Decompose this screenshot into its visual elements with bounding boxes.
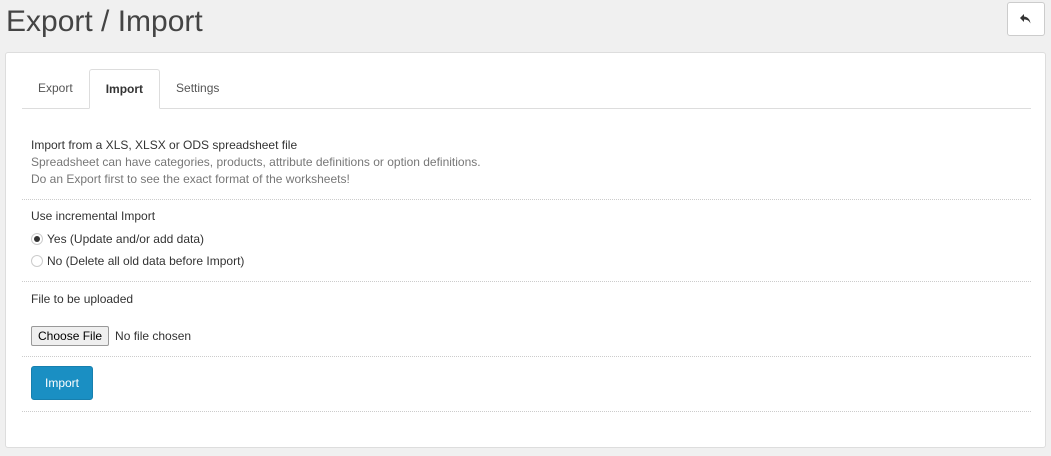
radio-yes[interactable]: [31, 233, 43, 245]
page-title: Export / Import: [6, 5, 203, 38]
radio-yes-label: Yes (Update and/or add data): [47, 232, 205, 246]
choose-file-button[interactable]: Choose File: [31, 326, 110, 346]
reply-arrow-icon: [1020, 14, 1031, 24]
intro-section: Import from a XLS, XLSX or ODS spreadshe…: [22, 137, 1031, 200]
radio-option-no[interactable]: No (Delete all old data before Import): [22, 250, 1031, 272]
upload-section: File to be uploaded Choose File No file …: [22, 291, 1031, 357]
radio-no-label: No (Delete all old data before Import): [47, 254, 245, 268]
tab-settings[interactable]: Settings: [160, 69, 235, 107]
radio-no[interactable]: [31, 255, 43, 267]
intro-line-2: Do an Export first to see the exact form…: [31, 172, 350, 186]
back-button[interactable]: [1007, 2, 1045, 36]
intro-line-1: Spreadsheet can have categories, product…: [31, 155, 481, 169]
tab-import[interactable]: Import: [88, 69, 161, 109]
radio-option-yes[interactable]: Yes (Update and/or add data): [22, 228, 1031, 250]
intro-heading: Import from a XLS, XLSX or ODS spreadshe…: [31, 138, 298, 152]
file-status: No file chosen: [115, 329, 192, 343]
upload-label: File to be uploaded: [31, 292, 134, 306]
file-input[interactable]: Choose File No file chosen: [22, 326, 1031, 346]
submit-section: Import: [22, 366, 1031, 412]
tab-export[interactable]: Export: [22, 69, 89, 107]
import-button[interactable]: Import: [31, 366, 93, 400]
incremental-section: Use incremental Import Yes (Update and/o…: [22, 208, 1031, 282]
import-panel: Export Import Settings Import from a XLS…: [5, 52, 1046, 448]
incremental-label: Use incremental Import: [31, 209, 156, 223]
tab-bar: Export Import Settings: [22, 69, 1031, 109]
